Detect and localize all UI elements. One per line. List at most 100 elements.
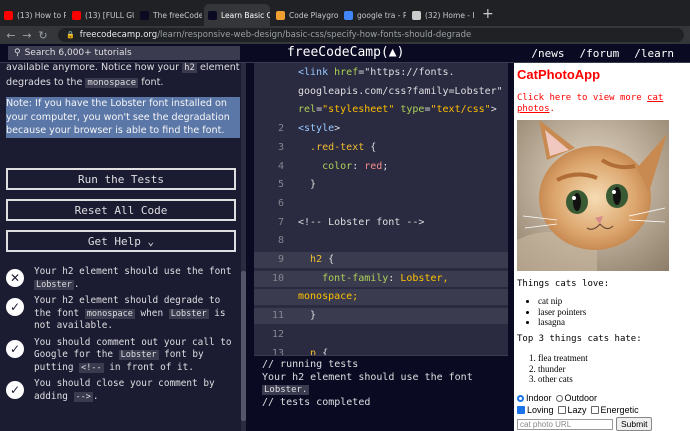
code-h2: h2 — [182, 63, 197, 73]
back-icon[interactable]: ← — [6, 29, 16, 42]
tab-title: Code Playground | — [289, 10, 338, 20]
radio-indoor[interactable] — [517, 394, 524, 402]
note-block: Note: If you have the Lobster font insta… — [6, 97, 240, 138]
favicon-icon — [276, 10, 285, 20]
tab-title: Learn Basic CSS: S — [221, 10, 270, 20]
cat-photo-illustration — [517, 120, 669, 271]
get-help-button[interactable]: Get Help ⌄ — [6, 230, 236, 252]
checkbox-energetic[interactable] — [590, 406, 599, 414]
hates-heading: Top 3 things cats hate: — [517, 334, 642, 344]
code-line[interactable]: 9 h2 { — [254, 252, 508, 268]
fail-icon: ✕ — [6, 269, 24, 287]
browser-tab[interactable]: Code Playground |× — [272, 4, 338, 26]
search-input[interactable]: ⚲ Search 6,000+ tutorials — [8, 46, 240, 60]
cat-photo[interactable] — [517, 120, 669, 271]
code-line[interactable]: 6 — [254, 196, 508, 212]
url-host: freecodecamp.org — [79, 30, 158, 40]
radio-outdoor[interactable] — [555, 394, 563, 402]
code-line[interactable]: googleapis.com/css?family=Lobster" — [254, 84, 508, 100]
nav-link-forum[interactable]: /forum — [580, 47, 620, 60]
link-prefix: Click here to view more — [517, 93, 648, 103]
browser-tab[interactable]: google tra - Pene× — [340, 4, 406, 26]
code-text: <link href="https://fonts. — [298, 67, 455, 78]
check-icon: ✓ — [6, 339, 24, 358]
code-line[interactable]: rel="stylesheet" type="text/css"> — [254, 102, 508, 118]
console-line: Lobster. — [262, 384, 500, 397]
code-text: font-family: Lobster, — [322, 272, 449, 284]
line-number: 8 — [277, 235, 284, 247]
code-line[interactable]: 4 color: red; — [254, 159, 508, 175]
code-line[interactable]: 13 p { — [254, 346, 508, 356]
code-line[interactable]: <link href="https://fonts. — [254, 65, 508, 81]
nav-link-learn[interactable]: /learn — [634, 47, 674, 60]
nav-link-news[interactable]: /news — [531, 47, 564, 60]
code-line[interactable]: 2 <style> — [254, 121, 508, 137]
reload-icon[interactable]: ↻ — [38, 29, 48, 42]
output-console: // running tests Your h2 element should … — [254, 355, 508, 431]
search-placeholder: Search 6,000+ tutorials — [24, 48, 132, 58]
reset-code-button[interactable]: Reset All Code — [6, 199, 236, 221]
browser-tab[interactable]: (32) Home - Robl× — [408, 4, 474, 26]
cat-photo-url-input[interactable]: cat photo URL — [517, 418, 613, 430]
code-line[interactable]: 12 — [254, 327, 508, 343]
favicon-icon — [140, 10, 149, 20]
forward-icon[interactable]: → — [22, 29, 32, 42]
fcc-navbar: ⚲ Search 6,000+ tutorials freeCodeCamp(▲… — [0, 44, 690, 63]
code-text: monospace; — [298, 291, 359, 303]
code-editor[interactable]: <link href="https://fonts. googleapis.com… — [254, 63, 508, 355]
code-line[interactable]: 7 <!-- Lobster font --> — [254, 215, 508, 231]
tab-title: (32) Home - Robl — [425, 10, 474, 20]
tab-title: google tra - Pene — [357, 10, 406, 20]
line-number: 13 — [271, 347, 284, 356]
code-monospace: monospace — [85, 77, 139, 88]
note-label: Note: — [6, 98, 32, 109]
test-item: ✕ Your h2 element should use the font Lob… — [6, 266, 238, 291]
pane-divider[interactable] — [246, 63, 254, 431]
code-line[interactable]: 10 font-family: Lobster, — [254, 270, 508, 287]
code-line[interactable]: 8 — [254, 233, 508, 249]
check-icon: ✓ — [6, 381, 24, 399]
radio-row: Indoor Outdoor — [517, 392, 652, 404]
code-line[interactable]: 11 } — [254, 308, 508, 325]
console-code: Lobster. — [262, 385, 310, 395]
brand-logo[interactable]: freeCodeCamp(▲) — [287, 45, 404, 60]
test-text: You should comment out your call to Goog… — [34, 336, 232, 373]
loves-heading: Things cats love: — [517, 279, 610, 289]
new-tab-icon[interactable]: + — [482, 6, 494, 22]
hates-list-item: other cats — [538, 374, 588, 385]
line-number: 3 — [277, 141, 284, 153]
desc-text: font. — [138, 76, 164, 88]
url-row: cat photo URL Submit — [517, 417, 653, 431]
lock-icon: 🔒 — [66, 31, 75, 39]
browser-tab[interactable]: Learn Basic CSS: S× — [204, 4, 270, 26]
code-text: googleapis.com/css?family=Lobster" — [298, 85, 503, 97]
url-path: /learn/responsive-web-design/basic-css/s… — [157, 30, 472, 40]
code-text: h2 { — [310, 254, 335, 265]
checkbox-lazy[interactable] — [557, 406, 566, 414]
browser-tab[interactable]: (13) [FULL GUIDE]× — [68, 4, 134, 26]
checkbox-energetic-label: Energetic — [600, 405, 639, 415]
code-line[interactable]: 3 .red-text { — [254, 140, 508, 156]
line-number: 6 — [277, 197, 284, 209]
test-list: ✕ Your h2 element should use the font Lob… — [6, 266, 238, 407]
checkbox-loving[interactable] — [517, 406, 525, 414]
address-bar: ← → ↻ 🔒 freecodecamp.org /learn/responsi… — [0, 26, 690, 44]
url-field[interactable]: 🔒 freecodecamp.org /learn/responsive-web… — [58, 28, 684, 42]
instructions-panel: available anymore. Notice how your h2 el… — [0, 63, 246, 431]
favicon-icon — [208, 10, 217, 20]
tab-title: The freeCodeCam — [153, 10, 202, 20]
submit-button[interactable]: Submit — [616, 417, 653, 431]
preview-title: CatPhotoApp — [517, 67, 601, 82]
run-tests-button[interactable]: Run the Tests — [6, 168, 236, 190]
console-line: // running tests — [262, 359, 359, 370]
loves-list-item: laser pointers — [538, 307, 586, 318]
code-line[interactable]: monospace; — [254, 289, 508, 306]
browser-tab[interactable]: The freeCodeCam× — [136, 4, 202, 26]
hates-list: flea treatmentthunderother cats — [524, 353, 588, 385]
code-line[interactable]: 5 } — [254, 177, 508, 193]
favicon-icon — [412, 10, 421, 20]
line-number: 10 — [271, 272, 284, 284]
browser-tab[interactable]: (13) How to Remo× — [0, 4, 66, 26]
tab-title: (13) [FULL GUIDE] — [85, 10, 134, 20]
search-icon: ⚲ — [14, 48, 21, 58]
